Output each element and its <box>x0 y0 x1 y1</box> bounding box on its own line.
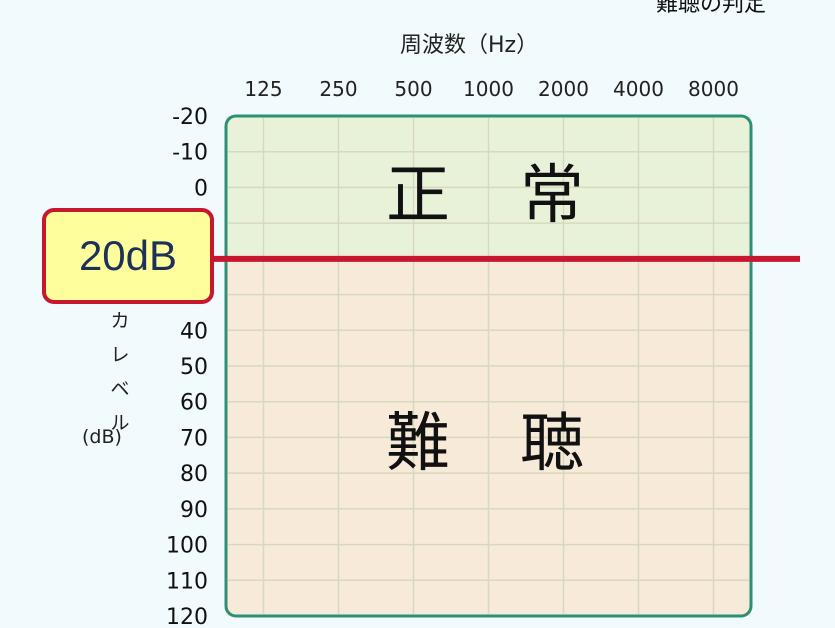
y-tick-label: -20 <box>172 105 208 130</box>
y-axis-unit-label: (dB) <box>82 426 122 448</box>
y-tick-label: 0 <box>194 176 208 201</box>
x-tick-labels: 125 250 500 1000 2000 4000 8000 <box>244 77 739 101</box>
y-label-char-3: ベ <box>110 378 130 400</box>
hearing-loss-zone-label: 難聴 <box>386 407 654 481</box>
hearing-chart-page: 難聴の判定 周波数（Hz） 125 250 500 1000 2000 4000 8000 … <box>0 0 835 628</box>
y-axis-vertical-label: カ レ ベ ル <box>108 304 132 440</box>
y-label-char-1: カ <box>110 310 130 332</box>
x-tick-label: 500 <box>394 77 432 101</box>
y-tick-label: 100 <box>166 534 208 559</box>
y-label-char-2: レ <box>110 344 130 366</box>
y-tick-label: 50 <box>180 355 208 380</box>
x-tick-label: 125 <box>244 77 282 101</box>
threshold-value-label: 20dB <box>42 208 214 304</box>
y-tick-label: -10 <box>172 141 208 166</box>
y-tick-label: 80 <box>180 462 208 487</box>
x-tick-label: 250 <box>319 77 357 101</box>
x-tick-label: 4000 <box>613 77 664 101</box>
normal-zone-label: 正常 <box>386 159 654 233</box>
y-tick-label: 110 <box>166 569 208 594</box>
y-tick-label: 120 <box>166 605 208 628</box>
y-tick-label: 60 <box>180 391 208 416</box>
x-tick-label: 2000 <box>538 77 589 101</box>
y-tick-label: 40 <box>180 319 208 344</box>
y-tick-labels: -20 -10 0 40 50 60 70 80 90 100 110 120 <box>166 105 208 628</box>
y-tick-label: 90 <box>180 498 208 523</box>
y-tick-label: 70 <box>180 426 208 451</box>
x-tick-label: 1000 <box>463 77 514 101</box>
x-tick-label: 8000 <box>688 77 739 101</box>
